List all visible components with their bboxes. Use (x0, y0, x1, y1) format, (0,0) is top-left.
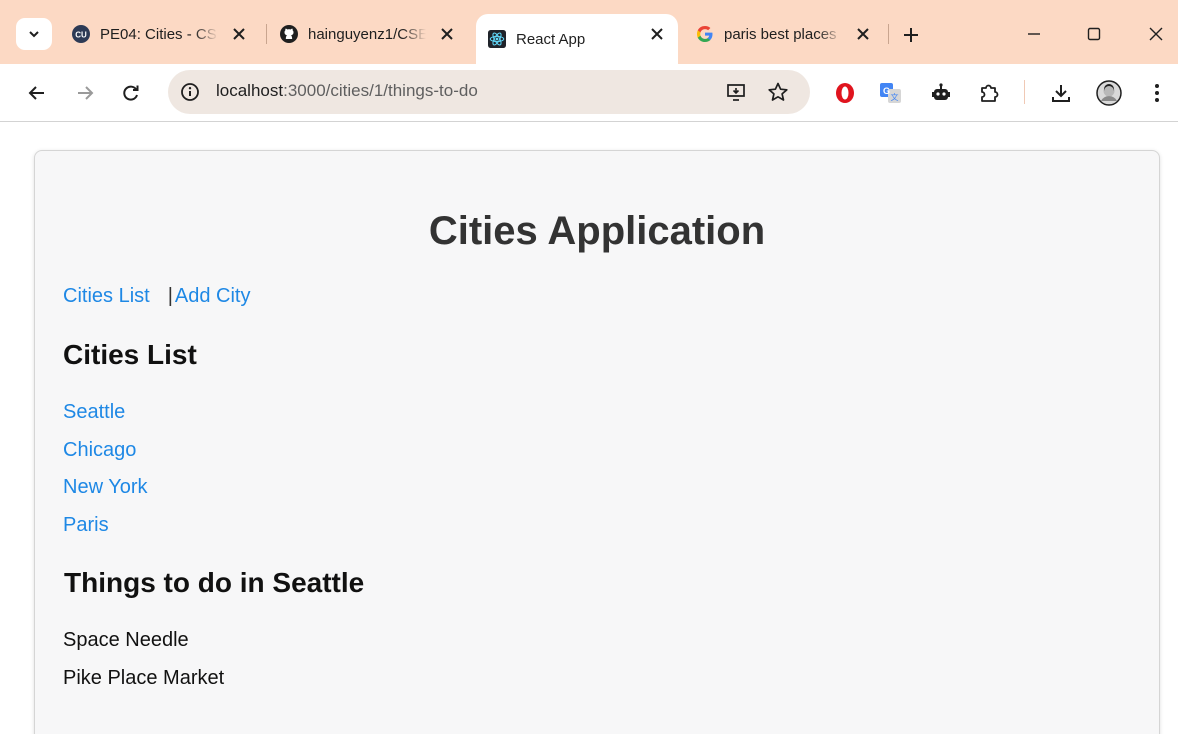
maximize-button[interactable] (1076, 18, 1112, 50)
bookmark-star-icon[interactable] (766, 80, 790, 104)
react-icon (488, 30, 506, 48)
close-window-button[interactable] (1138, 18, 1174, 50)
url-path: :3000/cities/1/things-to-do (283, 81, 478, 100)
opera-extension-button[interactable] (830, 78, 860, 108)
address-bar[interactable]: localhost:3000/cities/1/things-to-do (168, 70, 810, 114)
svg-text:文: 文 (891, 92, 899, 102)
arrow-left-icon (28, 86, 44, 100)
svg-text:CU: CU (75, 31, 87, 40)
opera-icon (836, 83, 854, 103)
list-item: Pike Place Market (63, 666, 225, 689)
tab-pe04-cities[interactable]: CU PE04: Cities - CSE (60, 14, 260, 54)
tab-search-button[interactable] (16, 18, 52, 50)
tab-google-search[interactable]: paris best places (684, 14, 884, 54)
google-icon (696, 25, 714, 43)
tab-separator (888, 24, 889, 44)
close-tab-icon[interactable] (438, 25, 456, 43)
city-link-new-york[interactable]: New York (63, 476, 148, 498)
nav-separator: | (167, 285, 173, 307)
reload-icon (123, 85, 139, 101)
plus-icon (904, 28, 918, 42)
download-icon (1052, 85, 1070, 102)
minimize-button[interactable] (1016, 18, 1052, 50)
tab-separator (266, 24, 267, 44)
city-link-chicago[interactable]: Chicago (63, 439, 136, 461)
arrow-right-icon (78, 86, 94, 100)
tab-title: PE04: Cities - CSE (100, 25, 218, 43)
minimize-icon (1028, 33, 1040, 35)
tab-github[interactable]: hainguyenz1/CSE (268, 14, 468, 54)
nav-cities-list-link[interactable]: Cities List (63, 285, 150, 307)
translate-icon: G文 (880, 83, 901, 103)
nav-add-city-link[interactable]: Add City (175, 285, 251, 307)
kebab-menu-icon (1155, 84, 1159, 102)
profile-button[interactable] (1094, 78, 1124, 108)
city-link-seattle[interactable]: Seattle (63, 401, 125, 423)
list-item: Space Needle (63, 629, 189, 651)
forward-button[interactable] (70, 78, 100, 108)
tab-title: paris best places (724, 25, 837, 43)
tab-title: hainguyenz1/CSE (308, 25, 426, 43)
app-title: Cities Application (428, 209, 766, 253)
install-app-icon[interactable] (724, 80, 748, 104)
extensions-button[interactable] (974, 78, 1004, 108)
toolbar-divider (1024, 80, 1025, 104)
maximize-icon (1087, 27, 1101, 41)
city-link-paris[interactable]: Paris (63, 514, 109, 536)
bot-extension-button[interactable] (926, 78, 956, 108)
menu-button[interactable] (1142, 78, 1172, 108)
chevron-down-icon (29, 31, 39, 38)
github-icon (280, 25, 298, 43)
site-info-icon[interactable] (178, 80, 202, 104)
tab-strip: CU PE04: Cities - CSE hainguyenz1/CSE Re… (0, 0, 1178, 64)
avatar-icon (1096, 80, 1122, 106)
app-container: Cities Application Cities List | Add City … (34, 150, 1160, 734)
browser-toolbar: localhost:3000/cities/1/things-to-do G文 (0, 64, 1178, 122)
back-button[interactable] (22, 78, 52, 108)
app-nav: Cities List | Add City (63, 285, 251, 308)
things-to-do-heading: Things to do in Seattle (64, 567, 365, 598)
close-tab-icon[interactable] (854, 25, 872, 43)
cu-favicon-icon: CU (72, 25, 90, 43)
puzzle-icon (981, 84, 999, 102)
downloads-button[interactable] (1046, 78, 1076, 108)
tab-react-app[interactable]: React App (476, 14, 678, 64)
list-item: New York (63, 475, 148, 513)
close-tab-icon[interactable] (648, 25, 666, 43)
url-host: localhost (216, 81, 284, 100)
cities-list-heading: Cities List (63, 339, 197, 370)
new-tab-button[interactable] (898, 22, 924, 48)
things-to-do-list: Space Needle Pike Place Market (63, 628, 224, 703)
close-tab-icon[interactable] (230, 25, 248, 43)
url-text[interactable]: localhost:3000/cities/1/things-to-do (216, 81, 478, 101)
translate-extension-button[interactable]: G文 (876, 78, 906, 108)
tab-title: React App (516, 30, 586, 48)
robot-icon (932, 83, 950, 100)
svg-text:G: G (883, 86, 890, 96)
list-item: Chicago (63, 438, 148, 476)
close-icon (1149, 27, 1163, 41)
list-item: Seattle (63, 400, 148, 438)
cities-list: Seattle Chicago New York Paris (63, 400, 148, 550)
list-item: Paris (63, 513, 148, 551)
reload-button[interactable] (116, 78, 146, 108)
